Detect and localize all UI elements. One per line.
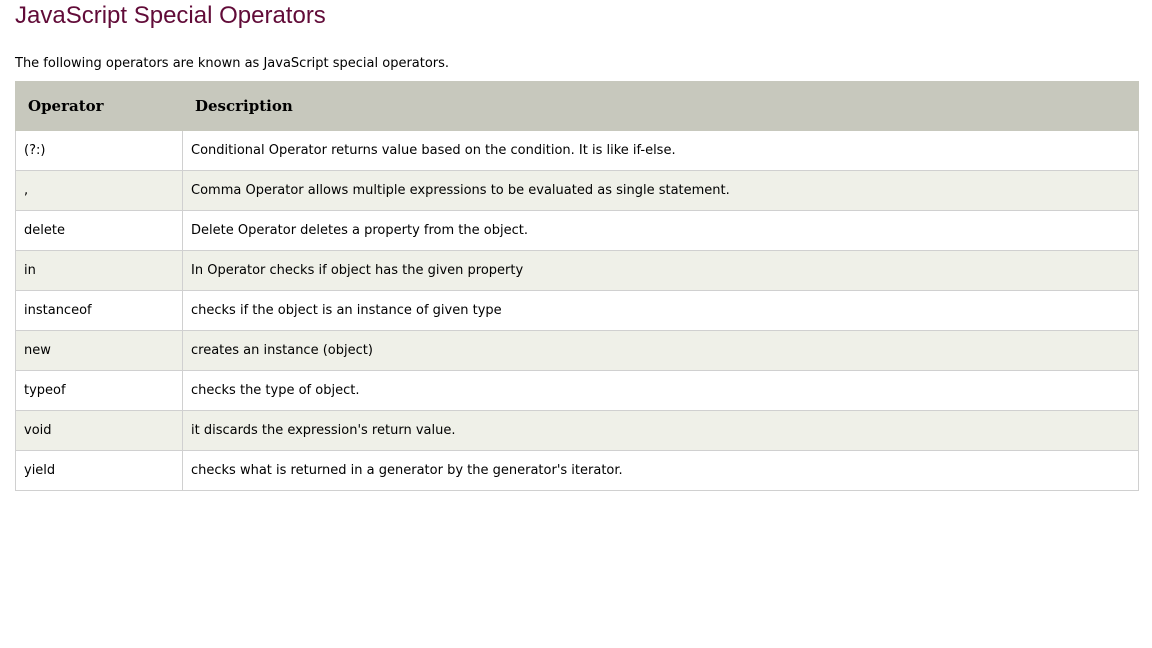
header-operator: Operator bbox=[15, 81, 183, 131]
table-row: delete Delete Operator deletes a propert… bbox=[15, 210, 1139, 251]
table-row: (?:) Conditional Operator returns value … bbox=[15, 130, 1139, 171]
table-row: , Comma Operator allows multiple express… bbox=[15, 170, 1139, 211]
operator-cell: void bbox=[15, 410, 183, 451]
operator-cell: instanceof bbox=[15, 290, 183, 331]
operator-cell: typeof bbox=[15, 370, 183, 411]
page-content: JavaScript Special Operators The followi… bbox=[0, 0, 1152, 491]
description-cell: checks the type of object. bbox=[182, 370, 1139, 411]
operator-cell: in bbox=[15, 250, 183, 291]
table-row: yield checks what is returned in a gener… bbox=[15, 450, 1139, 491]
table-header: Operator Description bbox=[15, 81, 1139, 131]
table-body: (?:) Conditional Operator returns value … bbox=[15, 130, 1139, 491]
description-cell: checks what is returned in a generator b… bbox=[182, 450, 1139, 491]
operator-cell: (?:) bbox=[15, 130, 183, 171]
description-cell: checks if the object is an instance of g… bbox=[182, 290, 1139, 331]
header-row: Operator Description bbox=[15, 81, 1139, 131]
intro-text: The following operators are known as Jav… bbox=[15, 56, 450, 71]
operator-cell: yield bbox=[15, 450, 183, 491]
description-cell: creates an instance (object) bbox=[182, 330, 1139, 371]
table-row: instanceof checks if the object is an in… bbox=[15, 290, 1139, 331]
table-row: typeof checks the type of object. bbox=[15, 370, 1139, 411]
description-cell: Delete Operator deletes a property from … bbox=[182, 210, 1139, 251]
header-description: Description bbox=[182, 81, 1139, 131]
table-row: new creates an instance (object) bbox=[15, 330, 1139, 371]
description-cell: Conditional Operator returns value based… bbox=[182, 130, 1139, 171]
description-cell: it discards the expression's return valu… bbox=[182, 410, 1139, 451]
operator-cell: new bbox=[15, 330, 183, 371]
operator-cell: , bbox=[15, 170, 183, 211]
page-title: JavaScript Special Operators bbox=[15, 2, 326, 29]
operators-table: Operator Description (?:) Conditional Op… bbox=[15, 81, 1139, 491]
table-row: in In Operator checks if object has the … bbox=[15, 250, 1139, 291]
table-row: void it discards the expression's return… bbox=[15, 410, 1139, 451]
operator-cell: delete bbox=[15, 210, 183, 251]
description-cell: In Operator checks if object has the giv… bbox=[182, 250, 1139, 291]
description-cell: Comma Operator allows multiple expressio… bbox=[182, 170, 1139, 211]
